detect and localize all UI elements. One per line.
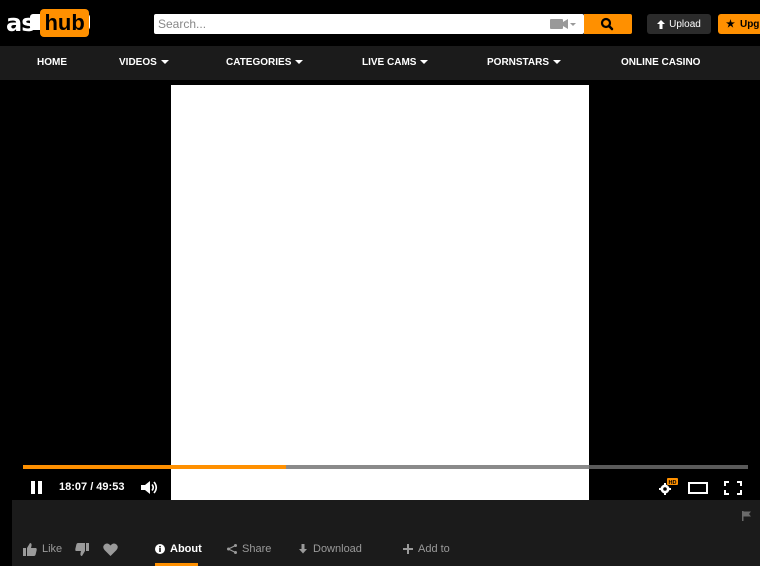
favorite-button[interactable] (103, 541, 118, 557)
upload-button[interactable]: Upload (647, 14, 711, 34)
nav-live-cams-label: LIVE CAMS (362, 57, 417, 68)
nav-pornstars-label: PORNSTARS (487, 57, 550, 68)
thumbs-down-icon (75, 542, 89, 556)
nav-online-casino[interactable]: ONLINE CASINO (621, 46, 700, 80)
heart-icon (103, 542, 118, 556)
nav-categories[interactable]: CATEGORIES (226, 46, 304, 80)
upload-label: Upload (669, 18, 701, 30)
site-header: as hub Upload ★ Upg (0, 0, 760, 46)
info-icon (155, 544, 165, 554)
nav-pornstars[interactable]: PORNSTARS (487, 46, 562, 80)
plus-icon (403, 544, 413, 554)
search-button[interactable] (584, 14, 632, 34)
video-info-bar (12, 500, 760, 566)
fullscreen-icon[interactable] (724, 481, 742, 495)
chevron-down-icon (420, 60, 429, 64)
thumbs-up-icon (23, 542, 37, 556)
upgrade-button[interactable]: ★ Upg (718, 14, 760, 34)
download-label: Download (313, 543, 362, 555)
logo-hub: hub (40, 9, 89, 37)
nav-online-casino-label: ONLINE CASINO (621, 57, 701, 68)
progress-played (23, 465, 287, 469)
chevron-down-icon (553, 60, 562, 64)
pause-icon[interactable] (31, 481, 43, 494)
progress-bar[interactable] (23, 465, 748, 469)
share-label: Share (242, 543, 272, 555)
site-logo[interactable]: as hub (6, 8, 92, 38)
main-nav: HOME VIDEOS CATEGORIES LIVE CAMS PORNSTA… (0, 46, 760, 80)
theater-mode-icon[interactable] (688, 482, 708, 494)
video-frame[interactable] (171, 85, 589, 501)
download-icon (299, 544, 307, 554)
tab-add-to[interactable]: Add to (403, 541, 450, 557)
nav-videos[interactable]: VIDEOS (119, 46, 169, 80)
nav-videos-label: VIDEOS (119, 57, 157, 68)
chevron-down-icon (160, 60, 169, 64)
nav-home[interactable]: HOME (37, 46, 67, 80)
share-icon (227, 544, 237, 554)
tab-share[interactable]: Share (227, 541, 271, 557)
logo-scribble: as (6, 9, 92, 37)
settings-gear-icon[interactable]: HD (658, 478, 678, 496)
hd-badge: HD (669, 480, 677, 486)
nav-home-label: HOME (37, 57, 67, 68)
like-button[interactable]: Like (23, 541, 62, 557)
about-label: About (170, 543, 202, 555)
tab-download[interactable]: Download (298, 541, 362, 557)
camera-icon[interactable] (550, 17, 576, 31)
search-input[interactable] (154, 14, 534, 34)
dislike-button[interactable] (75, 541, 89, 557)
add-to-label: Add to (418, 543, 450, 555)
like-label: Like (42, 543, 63, 555)
star-icon: ★ (726, 18, 735, 30)
search-box (154, 14, 584, 34)
nav-categories-label: CATEGORIES (226, 57, 292, 68)
time-display: 18:07 / 49:53 (59, 481, 125, 493)
nav-live-cams[interactable]: LIVE CAMS (362, 46, 429, 80)
search-icon (600, 17, 614, 31)
tab-about[interactable]: About (155, 541, 202, 557)
volume-icon[interactable] (141, 480, 159, 495)
chevron-down-icon (295, 60, 304, 64)
upload-icon (657, 19, 666, 29)
upgrade-label: Upg (739, 18, 760, 30)
flag-icon[interactable] (742, 511, 752, 521)
